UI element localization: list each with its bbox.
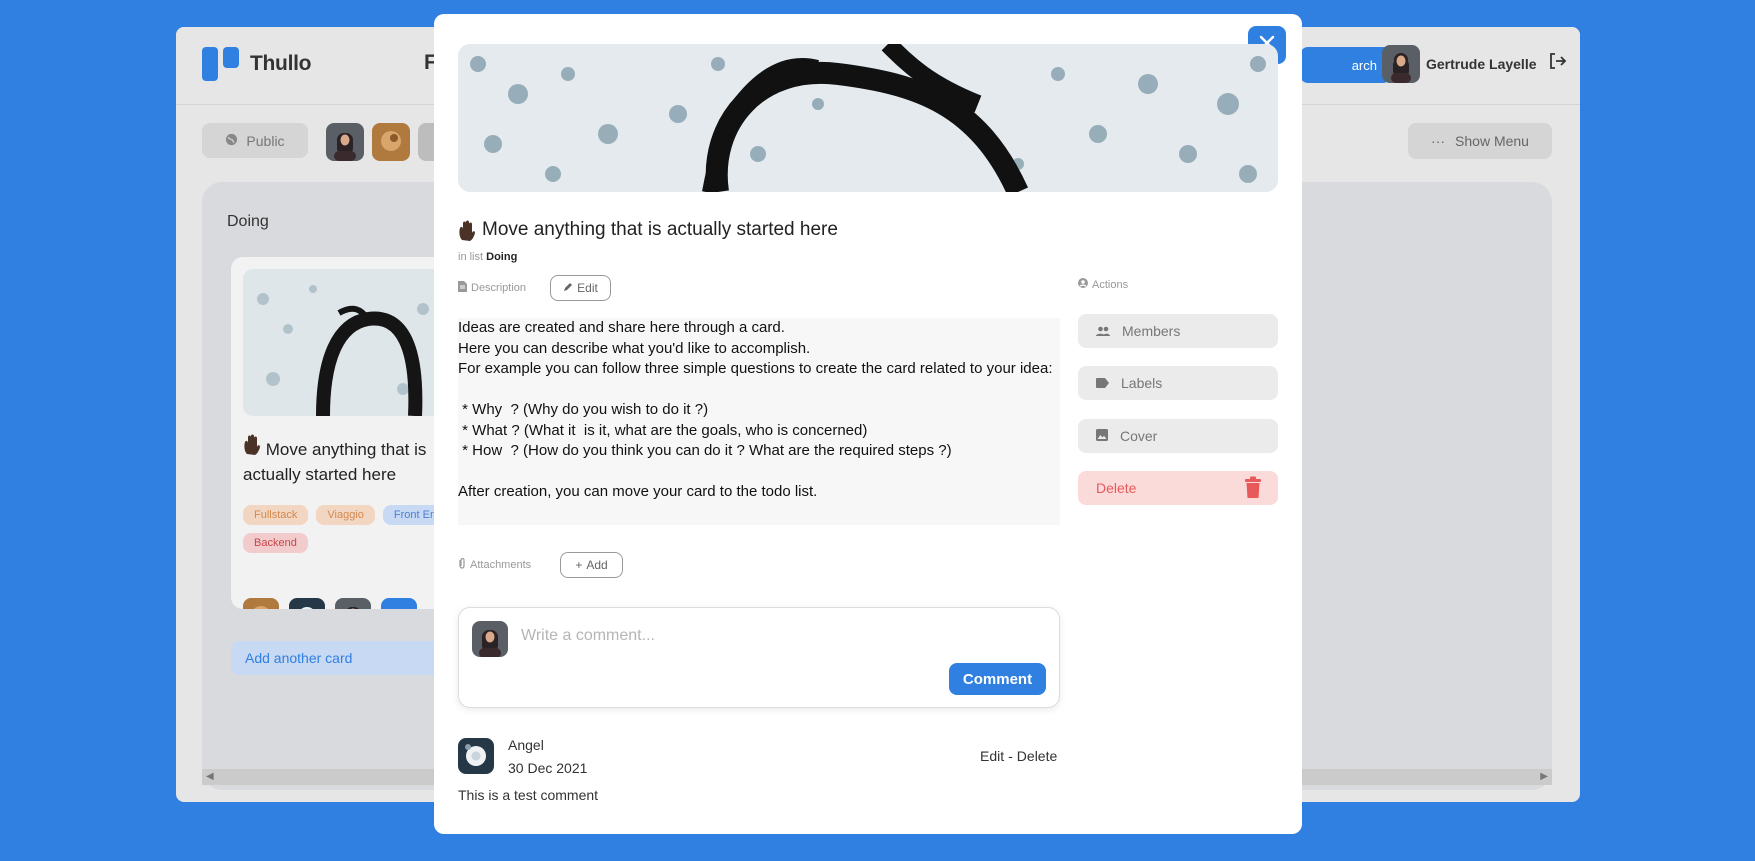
comment-author: Angel [508, 737, 544, 753]
attachments-section-label: Attachments [458, 557, 532, 572]
document-icon [458, 281, 467, 295]
label-icon [1096, 375, 1109, 391]
actions-section-label: Actions [1078, 278, 1128, 291]
card-title-text: Move anything that is actually started h… [243, 440, 427, 484]
logo-icon [202, 47, 240, 81]
search-button[interactable]: arch [1300, 47, 1391, 83]
member-avatar[interactable] [335, 598, 371, 609]
list-card[interactable]: Move anything that is actually started h… [231, 257, 461, 609]
raised-hand-icon [458, 219, 476, 241]
modal-card-title: Move anything that is actually started h… [458, 219, 838, 241]
members-action-button[interactable]: Members [1078, 314, 1278, 348]
comment-author-avatar [458, 738, 494, 774]
list-title: Doing [227, 213, 269, 230]
tag: Viaggio [316, 505, 375, 525]
user-avatar [1382, 45, 1420, 83]
image-icon [1096, 428, 1108, 444]
member-avatar[interactable] [372, 123, 410, 161]
comment-input[interactable] [521, 622, 1041, 650]
add-attachment-button[interactable]: + Add [560, 552, 623, 578]
trash-icon [1244, 476, 1262, 501]
card-members: + [243, 598, 417, 609]
tag: Backend [243, 533, 308, 553]
logout-icon[interactable] [1547, 51, 1567, 77]
in-list-prefix: in list [458, 251, 484, 263]
in-list-name: Doing [486, 251, 518, 263]
description-label: Description [471, 282, 527, 294]
description-text[interactable]: Ideas are created and share here through… [458, 318, 1060, 525]
comment-date: 30 Dec 2021 [508, 760, 588, 776]
show-menu-label: Show Menu [1455, 133, 1529, 149]
attachments-label: Attachments [470, 559, 532, 571]
edit-description-button[interactable]: Edit [550, 275, 611, 301]
cover-label: Cover [1120, 428, 1158, 444]
edit-label: Edit [577, 281, 598, 295]
tag: Fullstack [243, 505, 309, 525]
members-label: Members [1122, 323, 1181, 339]
comment-submit-button[interactable]: Comment [949, 663, 1046, 695]
people-icon [1096, 323, 1110, 339]
current-user-avatar [472, 621, 508, 657]
show-menu-button[interactable]: ··· Show Menu [1408, 123, 1552, 159]
add-label: Add [586, 558, 608, 572]
card-cover-image [243, 269, 461, 416]
comment-actions: Edit - Delete [980, 748, 1057, 764]
comment-composer: Comment [458, 607, 1060, 708]
add-member-button[interactable]: + [381, 598, 417, 609]
member-avatar[interactable] [243, 598, 279, 609]
add-card-button[interactable]: Add another card [231, 641, 461, 675]
delete-label: Delete [1096, 480, 1137, 496]
labels-label: Labels [1121, 375, 1163, 391]
labels-action-button[interactable]: Labels [1078, 366, 1278, 400]
user-menu[interactable]: Gertrude Layelle [1382, 45, 1567, 83]
paperclip-icon [458, 557, 466, 572]
modal-cover-image [458, 44, 1278, 192]
delete-comment-link[interactable]: Delete [1017, 748, 1057, 764]
globe-icon [225, 133, 238, 149]
card-title: Move anything that is actually started h… [243, 433, 453, 487]
scroll-left-icon[interactable]: ◀ [206, 771, 214, 782]
member-avatar[interactable] [289, 598, 325, 609]
card-tags: Fullstack Viaggio Front End Backend [243, 505, 461, 553]
visibility-button[interactable]: Public [202, 123, 308, 158]
plus-icon: + [575, 558, 583, 572]
pencil-icon [563, 281, 573, 295]
app-logo[interactable]: Thullo [202, 47, 311, 81]
in-list-indicator: in list Doing [458, 251, 517, 263]
raised-hand-icon [243, 433, 261, 455]
edit-comment-link[interactable]: Edit [980, 748, 1004, 764]
delete-card-button[interactable]: Delete [1078, 471, 1278, 505]
cover-action-button[interactable]: Cover [1078, 419, 1278, 453]
more-icon: ··· [1431, 133, 1446, 149]
visibility-label: Public [246, 132, 285, 149]
modal-title-text: Move anything that is actually started h… [482, 219, 838, 240]
app-name: Thullo [250, 52, 312, 75]
comment-text: This is a test comment [458, 787, 599, 803]
description-section-label: Description [458, 281, 526, 295]
separator: - [1008, 748, 1013, 764]
actions-label: Actions [1092, 278, 1129, 291]
scroll-right-icon[interactable]: ▶ [1540, 771, 1548, 782]
account-circle-icon [1078, 278, 1088, 291]
member-avatar[interactable] [326, 123, 364, 161]
user-name: Gertrude Layelle [1426, 56, 1537, 72]
